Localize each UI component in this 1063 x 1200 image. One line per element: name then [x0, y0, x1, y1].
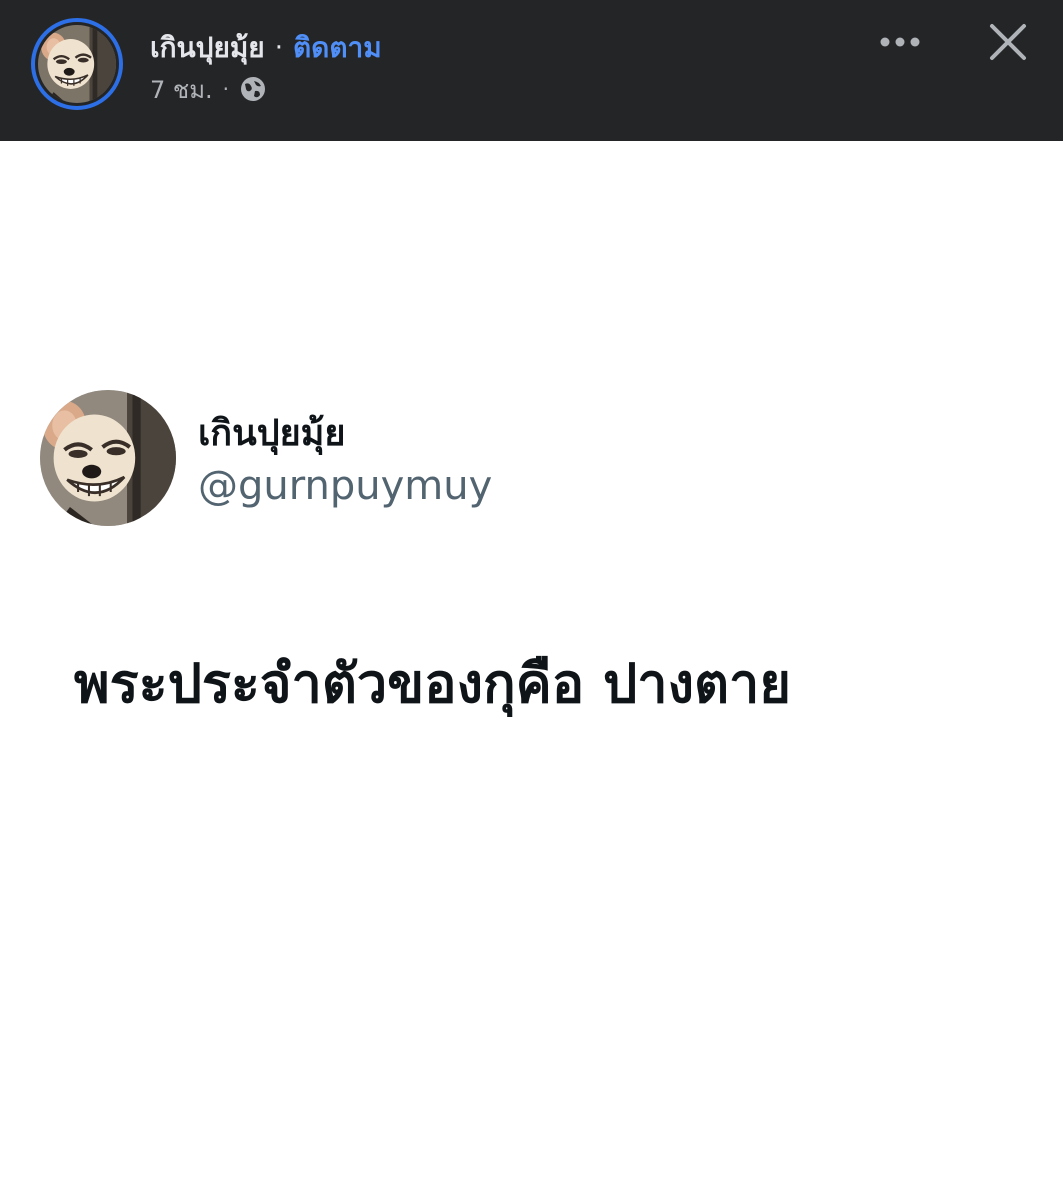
close-button[interactable] — [984, 18, 1032, 66]
more-dots-icon — [880, 37, 920, 47]
tweet-avatar — [40, 390, 176, 526]
post-timestamp[interactable]: 7 ชม. — [150, 70, 213, 109]
meta-separator: · — [222, 77, 229, 101]
post-header-bar: เกินปุยมุ้ย · ติดตาม 7 ชม. · — [0, 0, 1063, 141]
globe-icon[interactable] — [239, 75, 267, 103]
author-avatar-image — [38, 25, 116, 103]
name-separator: · — [274, 33, 283, 63]
more-options-button[interactable] — [872, 22, 928, 62]
post-meta-row: 7 ชม. · — [150, 72, 267, 106]
cartoon-dog-avatar-icon — [40, 390, 176, 526]
tweet-handle: @gurnpuymuy — [198, 463, 493, 509]
header-name-row: เกินปุยมุ้ย · ติดตาม — [150, 28, 382, 68]
follow-button[interactable]: ติดตาม — [293, 26, 382, 70]
cartoon-dog-avatar-icon — [38, 25, 116, 103]
author-name[interactable]: เกินปุยมุ้ย — [150, 26, 265, 70]
close-icon — [990, 24, 1026, 60]
tweet-text: พระประจำตัวของกุคือ ปางตาย — [74, 652, 792, 715]
author-avatar[interactable] — [31, 18, 123, 110]
tweet-display-name: เกินปุยมุ้ย — [198, 413, 346, 454]
